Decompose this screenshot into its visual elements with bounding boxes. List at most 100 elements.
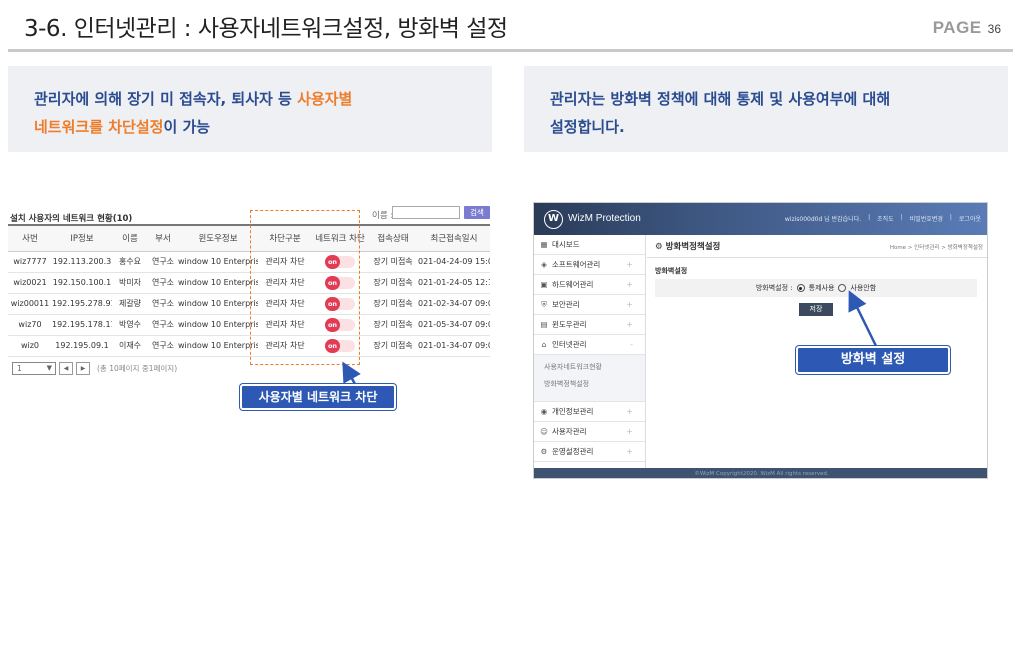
cell-status: 장기 미접속 — [368, 293, 418, 315]
nav-separator: | — [900, 214, 903, 221]
expand-icon: + — [626, 280, 633, 289]
nav-separator: | — [949, 214, 952, 221]
sidebar-item-label: 인터넷관리 — [552, 340, 587, 349]
cell-os: window 10 Enterprise — [178, 272, 258, 294]
cell-status: 장기 미접속 — [368, 314, 418, 336]
top-nav-item[interactable]: 조직도 — [877, 214, 894, 223]
security-icon: ⛨ — [541, 299, 547, 309]
title-divider — [8, 49, 1013, 52]
save-button[interactable]: 저장 — [799, 303, 833, 316]
next-page-button[interactable]: ▶ — [76, 361, 90, 375]
sidebar-item[interactable]: ▦ 대시보드 — [534, 235, 645, 255]
cell-status: 장기 미접속 — [368, 251, 418, 273]
cell-id: wiz70 — [8, 314, 52, 336]
wizm-brand: WizM Protection — [568, 213, 641, 224]
top-nav-item[interactable]: 로그아웃 — [959, 214, 981, 223]
field-label: 방화벽설정 : — [755, 284, 793, 292]
cell-os: window 10 Enterprise — [178, 314, 258, 336]
sidebar-item[interactable]: ⌂ 인터넷관리 - — [534, 335, 645, 355]
expand-icon: + — [626, 300, 633, 309]
cell-dept: 연구소 — [148, 335, 178, 357]
sidebar-item[interactable]: ▣ 하드웨어관리 + — [534, 275, 645, 295]
option-off-label: 사용안함 — [850, 284, 877, 292]
top-nav-item[interactable]: 비밀번호변경 — [910, 214, 943, 223]
info-box-left: 관리자에 의해 장기 미 접속자, 퇴사자 등 사용자별 네트워크를 차단설정이… — [8, 66, 492, 152]
page-size-value: 1 — [17, 363, 22, 373]
table-header-row: 사번 IP정보 이름 부서 윈도우정보 차단구분 네트워크 차단 접속상태 최근접속일시 — [8, 226, 490, 252]
sidebar-item[interactable]: ▤ 윈도우관리 + — [534, 315, 645, 335]
expand-icon: + — [626, 407, 633, 416]
cell-status: 장기 미접속 — [368, 335, 418, 357]
expand-icon: + — [626, 260, 633, 269]
nav-separator: | — [868, 214, 871, 221]
search-input[interactable] — [392, 206, 460, 219]
breadcrumb: Home > 인터넷관리 > 방화벽정책설정 — [889, 245, 983, 251]
column-header: 윈도우정보 — [178, 226, 258, 252]
section-label: 방화벽설정 — [655, 267, 688, 275]
sidebar-item-label: 운영설정관리 — [552, 447, 594, 456]
highlight-dashed-box — [250, 210, 360, 365]
radio-control-on[interactable] — [796, 284, 805, 292]
cell-dept: 연구소 — [148, 314, 178, 336]
sidebar-item[interactable]: ◈ 소프트웨어관리 + — [534, 255, 645, 275]
cell-dept: 연구소 — [148, 251, 178, 273]
cell-id: wiz0 — [8, 335, 52, 357]
network-icon: ⚙ — [655, 242, 663, 252]
sidebar-item[interactable]: ☺ 사용자관리 + — [534, 422, 645, 442]
page-title: 3-6. 인터넷관리 : 사용자네트워크설정, 방화벽 설정 — [24, 16, 508, 42]
cell-id: wiz0021 — [8, 272, 52, 294]
main-header: ⚙ 방화벽정책설정 Home > 인터넷관리 > 방화벽정책설정 — [647, 235, 987, 258]
search-label: 이름 : — [372, 211, 394, 221]
cell-ip: 192.150.100.1 — [52, 272, 112, 294]
column-header: 접속상태 — [368, 226, 418, 252]
table-row: wiz7777 192.113.200.3 홍수요 연구소 window 10 Ente… — [8, 251, 490, 273]
cell-ip: 192.195.178.11 — [52, 314, 112, 336]
sidebar-item-label: 소프트웨어관리 — [552, 260, 601, 269]
window-icon: ▤ — [540, 320, 548, 329]
column-header: 이름 — [112, 226, 148, 252]
info-left-text-1: 관리자에 의해 장기 미 접속자, 퇴사자 등 — [34, 90, 298, 108]
submenu-user-network[interactable]: 사용자네트워크현황 — [544, 362, 645, 379]
sidebar-item[interactable]: ⛨ 보안관리 + — [534, 295, 645, 315]
page-label: PAGE — [932, 18, 982, 37]
privacy-icon: ◉ — [540, 407, 548, 416]
settings-icon: ⚙ — [540, 447, 548, 456]
network-icon: ⌂ — [541, 340, 547, 349]
expand-icon: + — [626, 427, 633, 436]
table-row: wiz0 192.195.09.1 이재수 연구소 window 10 Enterpri… — [8, 335, 490, 357]
cell-os: window 10 Enterprise — [178, 251, 258, 273]
submenu-firewall-policy[interactable]: 방화벽정책설정 — [544, 379, 645, 396]
info-left-highlight-2: 네트워크를 차단설정 — [34, 118, 164, 136]
user-network-table: 사번 IP정보 이름 부서 윈도우정보 차단구분 네트워크 차단 접속상태 최근접속일시 wiz… — [8, 226, 490, 357]
cell-ip: 192.195.278.91 — [52, 293, 112, 315]
top-nav-item[interactable]: wizis000d0d 님 반갑습니다. — [785, 214, 861, 223]
search-button[interactable]: 검색 — [464, 206, 490, 219]
arrow-right-icon: ▶ — [80, 364, 86, 372]
main-title-text: 방화벽정책설정 — [665, 242, 721, 252]
sidebar-item[interactable]: ⚙ 운영설정관리 + — [534, 442, 645, 462]
page-size-select[interactable]: 1 ▼ — [12, 361, 56, 375]
cell-last: 021-02-34-07 09:00 — [418, 293, 490, 315]
page-info: (총 10페이지 중1페이지) — [97, 363, 178, 373]
cell-dept: 연구소 — [148, 272, 178, 294]
prev-page-button[interactable]: ◀ — [59, 361, 73, 375]
table-row: wiz00011 192.195.278.91 제갈량 연구소 window 10 En… — [8, 293, 490, 315]
info-left-highlight-1: 사용자별 — [297, 90, 353, 108]
column-header: IP정보 — [52, 226, 112, 252]
info-left-text-2: 이 가능 — [163, 118, 211, 136]
sidebar-item[interactable]: ◉ 개인정보관리 + — [534, 402, 645, 422]
cell-dept: 연구소 — [148, 293, 178, 315]
info-right-line-2: 설정합니다. — [550, 118, 625, 136]
callout-user-network-block: 사용자별 네트워크 차단 — [240, 384, 396, 410]
software-icon: ◈ — [541, 260, 547, 269]
hardware-icon: ▣ — [540, 280, 548, 289]
wizm-submenu: 사용자네트워크현황 방화벽정책설정 — [534, 355, 645, 402]
wizm-footer: ©WizM Copyright2020. WizM All rights res… — [534, 468, 987, 478]
cell-name: 이재수 — [112, 335, 148, 357]
page-number-value: 36 — [987, 22, 1001, 36]
user-icon: ☺ — [540, 427, 548, 436]
cell-id: wiz7777 — [8, 251, 52, 273]
pagination: 1 ▼ ◀ ▶ (총 10페이지 중1페이지) — [12, 361, 177, 375]
arrow-left-icon: ◀ — [63, 364, 69, 372]
radio-control-off[interactable] — [838, 284, 847, 292]
